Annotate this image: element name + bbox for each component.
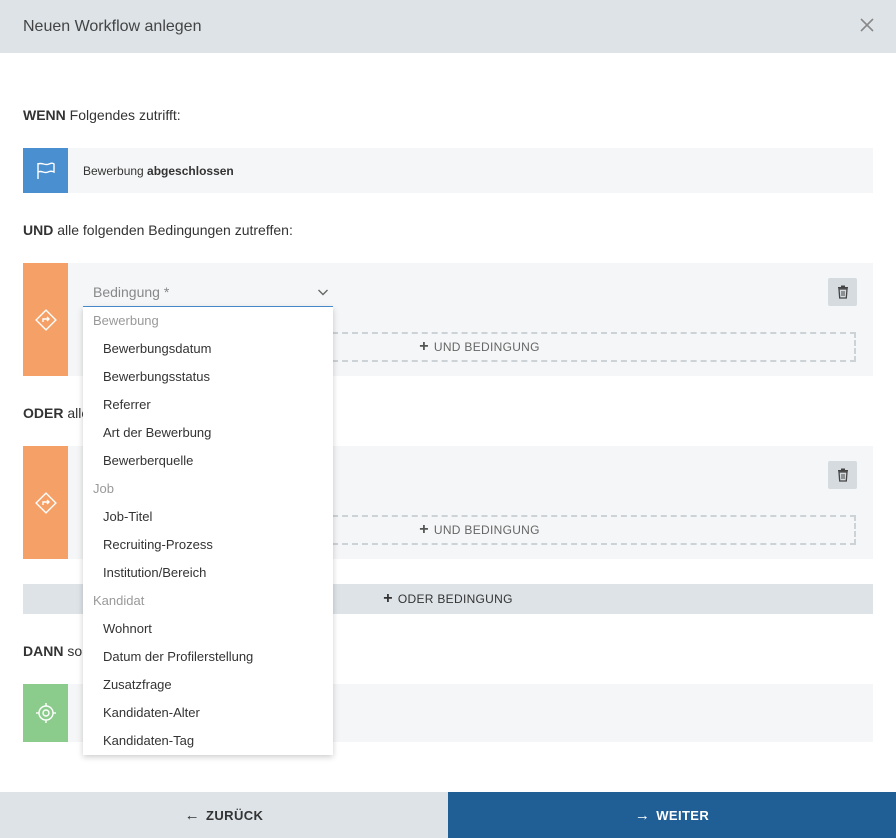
condition-icon-box [23, 263, 68, 376]
oder-label: ODER alle [23, 405, 90, 421]
dropdown-option[interactable]: Wohnort [83, 615, 333, 643]
und-label: UND alle folgenden Bedingungen zutreffen… [23, 222, 293, 238]
plus-icon: + [419, 338, 429, 355]
close-icon[interactable] [858, 16, 876, 34]
condition-icon-box [23, 446, 68, 559]
flag-icon [36, 162, 55, 179]
dropdown-option[interactable]: Bewerbungsdatum [83, 335, 333, 363]
dropdown-group-label: Job [93, 481, 114, 496]
trash-icon [837, 285, 848, 299]
dropdown-option[interactable]: Zusatzfrage [83, 671, 333, 699]
back-button[interactable]: ← ZURÜCK [0, 792, 448, 838]
action-icon-box [23, 684, 68, 742]
plus-icon: + [383, 590, 393, 607]
dropdown-group-label: Bewerbung [93, 313, 159, 328]
arrow-left-icon: ← [184, 806, 201, 824]
dropdown-option[interactable]: Kandidaten-Tag [83, 727, 333, 755]
dropdown-group-label: Kandidat [93, 593, 145, 608]
target-icon [35, 703, 56, 723]
chevron-down-icon [318, 289, 328, 296]
trigger-icon-box [23, 148, 68, 193]
dialog-footer: ← ZURÜCK → WEITER [0, 792, 896, 838]
diamond-arrow-icon [34, 491, 57, 514]
dropdown-option[interactable]: Institution/Bereich [83, 559, 333, 587]
plus-icon: + [419, 521, 429, 538]
diamond-arrow-icon [34, 308, 57, 331]
wenn-label: WENN Folgendes zutrifft: [23, 107, 181, 123]
condition-select[interactable]: Bedingung * [83, 277, 333, 307]
dialog-header: Neuen Workflow anlegen [0, 0, 896, 53]
dropdown-option[interactable]: Referrer [83, 391, 333, 419]
dropdown-option[interactable]: Bewerberquelle [83, 447, 333, 475]
condition-select-placeholder: Bedingung * [93, 283, 170, 300]
delete-condition-button[interactable] [828, 461, 857, 489]
dann-label: DANN so [23, 643, 83, 659]
condition-dropdown: Bewerbung Bewerbungsdatum Bewerbungsstat… [83, 307, 333, 755]
dropdown-option[interactable]: Recruiting-Prozess [83, 531, 333, 559]
dropdown-option[interactable]: Datum der Profilerstellung [83, 643, 333, 671]
trash-icon [837, 468, 848, 482]
arrow-right-icon: → [634, 806, 651, 824]
trigger-row[interactable]: Bewerbung abgeschlossen [23, 148, 873, 193]
dropdown-option[interactable]: Job-Titel [83, 503, 333, 531]
dropdown-option[interactable]: Bewerbungsstatus [83, 363, 333, 391]
delete-condition-button[interactable] [828, 278, 857, 306]
trigger-text: Bewerbung abgeschlossen [83, 163, 234, 178]
dropdown-option[interactable]: Kandidaten-Alter [83, 699, 333, 727]
dialog-title: Neuen Workflow anlegen [23, 17, 202, 35]
dropdown-option[interactable]: Art der Bewerbung [83, 419, 333, 447]
next-button[interactable]: → WEITER [448, 792, 896, 838]
